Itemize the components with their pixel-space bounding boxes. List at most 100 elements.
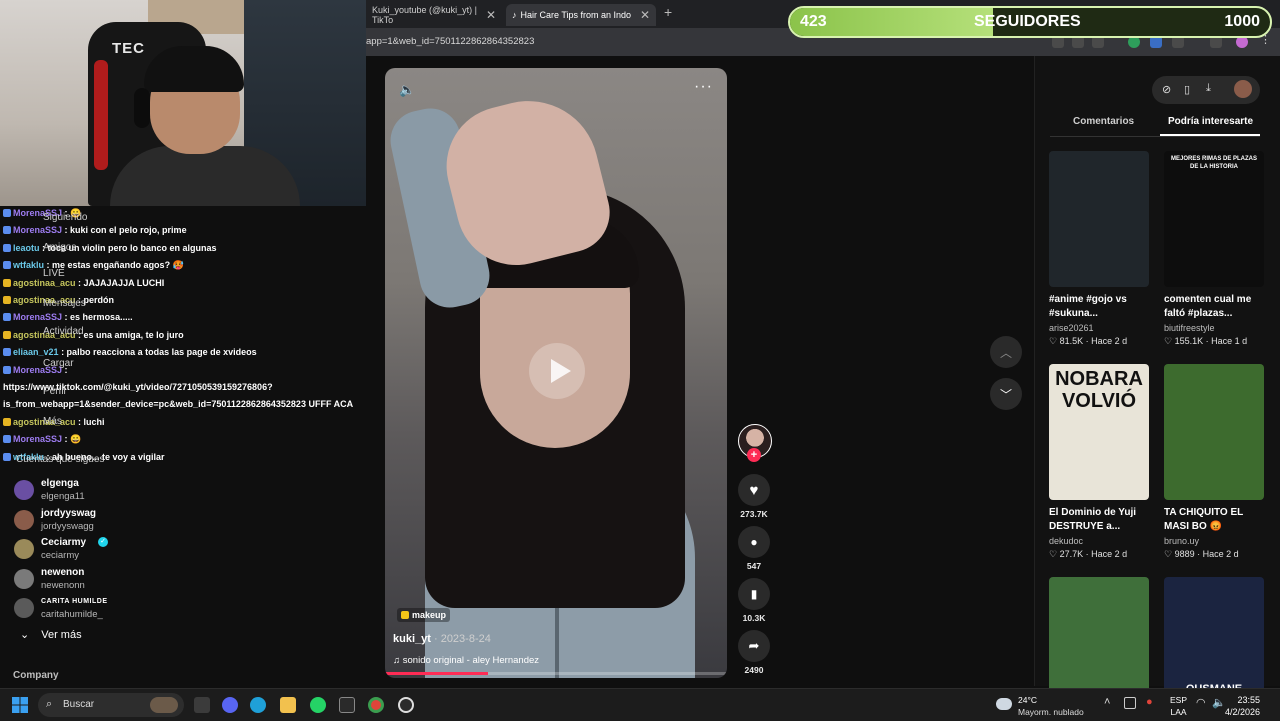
sidebar-nav-item[interactable]: Cargar	[43, 358, 74, 369]
task-view-icon[interactable]	[194, 697, 210, 713]
recommended-video-card[interactable]: NOBARA VOLVIÓ El Dominio de Yuji DESTRUYE…	[1049, 364, 1149, 560]
video-thumbnail[interactable]	[1049, 151, 1149, 287]
chevron-up-icon[interactable]: ˄	[1104, 696, 1110, 708]
edge-icon[interactable]	[250, 697, 266, 713]
follower-count: 423	[800, 13, 827, 30]
sidebar-nav-item[interactable]: Perfil	[43, 386, 66, 397]
chat-username: agostinaa_acu	[13, 277, 76, 288]
video-sound[interactable]: ♫ sonido original - aley Hernandez	[393, 655, 539, 666]
like-button[interactable]: ♥ 273.7K	[736, 474, 772, 519]
video-author[interactable]: arise20261	[1049, 323, 1149, 333]
video-age: Hace 2 d	[1091, 336, 1128, 346]
share-count: 2490	[744, 665, 764, 675]
microphone-icon[interactable]: ●	[1146, 696, 1153, 708]
whatsapp-icon[interactable]	[310, 697, 326, 713]
video-age: Hace 2 d	[1091, 549, 1128, 559]
discord-icon[interactable]	[222, 697, 238, 713]
save-count: 10.3K	[742, 613, 766, 623]
wifi-icon[interactable]: ◠	[1196, 696, 1206, 709]
video-author[interactable]: dekudoc	[1049, 536, 1149, 546]
avatar	[14, 598, 34, 618]
recommended-video-card[interactable]: TA CHIQUITO EL MASI BO 😡 bruno.uy ♡ 9889 ·…	[1164, 364, 1264, 560]
share-button[interactable]: ➦ 2490	[736, 630, 772, 675]
video-thumbnail[interactable]	[1164, 364, 1264, 500]
chat-username: MorenaSSJ	[13, 312, 63, 323]
sidebar-nav-item[interactable]: Cuentas que sigues	[16, 454, 104, 465]
sidebar-nav-item[interactable]: Siguiendo	[43, 212, 87, 223]
video-progress-bar[interactable]	[385, 672, 727, 675]
streamer-hair	[144, 46, 244, 92]
sidebar-nav-item[interactable]: Amigos	[43, 242, 76, 253]
tab-recommended[interactable]: Podría interesarte	[1168, 116, 1253, 127]
previous-video-button[interactable]: ︿	[990, 336, 1022, 368]
separator: ·	[1194, 549, 1203, 559]
tab-active-video[interactable]: ♪ Hair Care Tips from an Indo ✕	[506, 4, 656, 26]
video-title[interactable]: El Dominio de Yuji DESTRUYE a...	[1049, 506, 1149, 534]
device-icon[interactable]: ▯	[1184, 83, 1190, 96]
save-button[interactable]: ▮ 10.3K	[736, 578, 772, 623]
comment-button[interactable]: ● 547	[736, 526, 772, 571]
close-icon[interactable]: ✕	[640, 8, 650, 22]
more-options-icon[interactable]: ···	[694, 78, 713, 96]
heart-icon: ♡	[1049, 336, 1060, 346]
close-icon[interactable]: ✕	[486, 8, 496, 22]
follow-plus-icon[interactable]: +	[747, 448, 761, 462]
weather-temp: 24°C	[1018, 695, 1037, 705]
tab-comments[interactable]: Comentarios	[1073, 116, 1134, 127]
video-author[interactable]: kuki_yt · 2023-8-24	[393, 633, 491, 645]
video-author[interactable]: biutifreestyle	[1164, 323, 1264, 333]
search-placeholder: Buscar	[63, 699, 95, 710]
new-tab-plus-icon[interactable]: +	[664, 4, 672, 20]
avatar	[14, 509, 34, 530]
chat-badge-icon	[3, 243, 11, 252]
speaker-icon[interactable]: 🔈	[1212, 696, 1226, 709]
video-date: · 2023-8-24	[430, 633, 491, 645]
search-icon: ⌕	[46, 698, 53, 710]
tray-app-icon[interactable]	[1124, 697, 1136, 709]
video-thumbnail[interactable]: NOBARA VOLVIÓ	[1049, 364, 1149, 500]
sidebar-nav-item[interactable]: Mensajes	[43, 298, 86, 309]
video-title[interactable]: #anime #gojo vs #sukuna...	[1049, 293, 1149, 321]
language-indicator[interactable]: ESP LAA	[1170, 694, 1187, 718]
comment-icon: ●	[750, 535, 758, 549]
next-video-button[interactable]: ﹀	[990, 378, 1022, 410]
sidebar-nav-item[interactable]: LIVE	[43, 268, 65, 279]
video-player[interactable]: 🔈 ··· makeup kuki_yt · 2023-8-24 ♫ sonid…	[385, 68, 727, 678]
video-title[interactable]: comenten cual me faltó #plazas...	[1164, 293, 1264, 321]
sidebar-nav-item[interactable]: Más	[43, 416, 62, 427]
system-clock[interactable]: 23:55 4/2/2026	[1225, 694, 1260, 718]
effect-tag[interactable]: makeup	[397, 608, 451, 622]
user-avatar[interactable]	[1234, 80, 1252, 98]
windows-start-icon[interactable]	[12, 697, 28, 713]
obs-icon[interactable]	[398, 697, 414, 713]
following-accounts: elgenga elgenga11 jordyyswag jordyyswagg Cec…	[0, 468, 366, 654]
recommended-video-card[interactable]: MEJORES RIMAS DE PLAZAS DE LA HISTORIA co…	[1164, 151, 1264, 347]
footer-company-link[interactable]: Company	[13, 670, 59, 681]
taskbar-search[interactable]: ⌕ Buscar	[38, 693, 184, 717]
chat-username: MorenaSSJ	[13, 434, 63, 445]
video-stats: ♡ 155.1K · Hace 1 d	[1164, 336, 1264, 347]
epic-games-icon[interactable]	[339, 697, 355, 713]
volume-icon[interactable]: 🔈	[399, 82, 415, 98]
tab-profile[interactable]: Kuki_youtube (@kuki_yt) | TikTo ✕	[366, 4, 502, 26]
effect-icon	[401, 611, 409, 619]
account-handle: elgenga11	[41, 491, 85, 502]
file-explorer-icon[interactable]	[280, 697, 296, 713]
video-thumbnail[interactable]: MEJORES RIMAS DE PLAZAS DE LA HISTORIA	[1164, 151, 1264, 287]
see-more-button[interactable]: ⌄ Ver más	[20, 628, 82, 641]
url-text[interactable]: app=1&web_id=7501122862864352823	[366, 36, 534, 47]
chrome-icon[interactable]	[368, 697, 384, 713]
follower-goal-bar: 423 SEGUIDORES 1000	[788, 6, 1272, 38]
heart-icon: ♡	[1164, 336, 1175, 346]
thumbnail-text: NOBARA VOLVIÓ	[1055, 368, 1143, 412]
video-author[interactable]: bruno.uy	[1164, 536, 1264, 546]
heart-icon: ♡	[1164, 549, 1175, 559]
video-title[interactable]: TA CHIQUITO EL MASI BO 😡	[1164, 506, 1264, 534]
chat-message: eliaan_v21 : palbo reacciona a todas las…	[3, 347, 257, 357]
chevron-down-icon: ﹀	[999, 387, 1012, 402]
explore-icon[interactable]: ⊘	[1162, 83, 1171, 96]
download-icon[interactable]: ⤓	[1206, 82, 1211, 95]
recommended-video-card[interactable]: #anime #gojo vs #sukuna... arise20261 ♡ 81…	[1049, 151, 1149, 347]
sidebar-nav-item[interactable]: Actividad	[43, 326, 84, 337]
chat-message: agostinaa_acu : es una amiga, te lo juro	[3, 330, 184, 340]
